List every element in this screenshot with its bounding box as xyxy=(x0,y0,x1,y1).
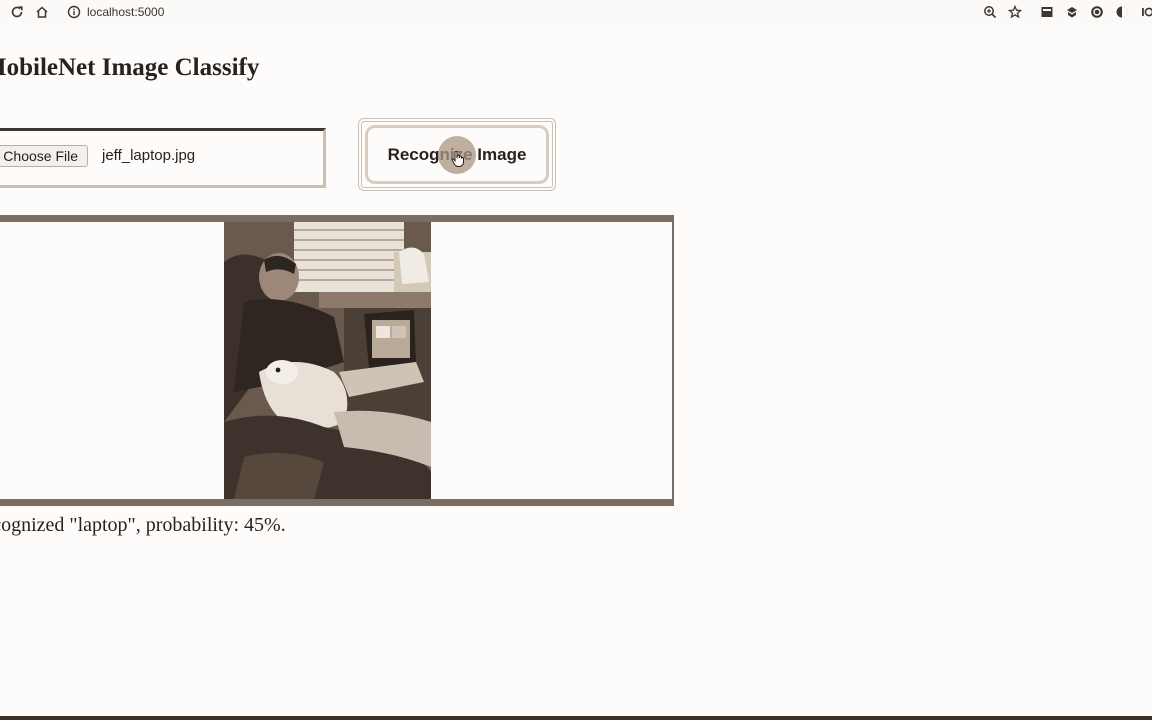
classification-result: Recognized "laptop", probability: 45%. xyxy=(0,514,286,536)
extension-icon[interactable] xyxy=(1064,4,1080,20)
star-icon[interactable] xyxy=(1007,4,1023,20)
image-preview-frame xyxy=(0,215,674,506)
info-icon[interactable] xyxy=(66,4,82,20)
address-bar[interactable]: localhost:5000 xyxy=(87,5,164,19)
home-icon[interactable] xyxy=(34,4,50,20)
file-input[interactable]: Choose File jeff_laptop.jpg xyxy=(0,128,326,188)
reload-icon[interactable] xyxy=(9,4,25,20)
extension-icon[interactable] xyxy=(1089,4,1105,20)
choose-file-button[interactable]: Choose File xyxy=(0,145,88,167)
extension-icon[interactable] xyxy=(1039,4,1055,20)
preview-image xyxy=(224,222,431,499)
extension-icon[interactable] xyxy=(1138,4,1152,20)
recognize-image-button[interactable]: Recognize Image xyxy=(358,118,556,191)
recognize-button-label: Recognize Image xyxy=(387,144,527,164)
window-bottom-edge xyxy=(0,716,1152,720)
browser-toolbar: localhost:5000 xyxy=(0,0,1152,24)
selected-file-name: jeff_laptop.jpg xyxy=(102,147,196,164)
zoom-icon[interactable] xyxy=(982,4,998,20)
extension-icon[interactable] xyxy=(1114,4,1130,20)
page-title: MobileNet Image Classify xyxy=(0,54,260,81)
